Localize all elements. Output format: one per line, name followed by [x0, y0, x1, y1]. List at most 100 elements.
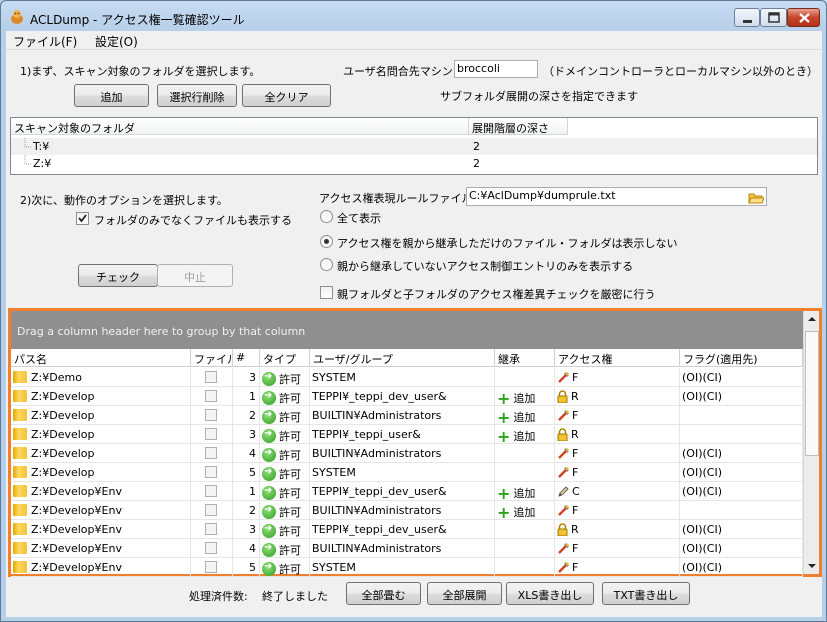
grid-column-header-perm[interactable]: アクセス権	[555, 349, 680, 367]
delete-selected-button[interactable]: 選択行削除	[157, 84, 237, 107]
type-cell: 許可	[260, 482, 310, 501]
path-text: Z:¥Develop	[31, 466, 95, 479]
export-txt-button[interactable]: TXT書き出し	[602, 582, 690, 605]
file-checkbox	[205, 390, 217, 402]
menu-settings[interactable]: 設定(O)	[95, 33, 138, 50]
grid-row[interactable]: Z:¥Develop¥Env 1 許可 TEPPI¥_teppi_dev_user&+…	[11, 482, 803, 501]
grid-row[interactable]: Z:¥Develop 1 許可 TEPPI¥_teppi_dev_user&+追加 R (…	[11, 387, 803, 406]
grid-row[interactable]: Z:¥Develop¥Env 3 許可 TEPPI¥_teppi_dev_user&R…	[11, 520, 803, 539]
permission-cell: F	[555, 444, 680, 463]
folder-icon	[13, 542, 27, 554]
maximize-icon	[768, 12, 780, 23]
user-cell: BUILTIN¥Administrators	[310, 501, 495, 520]
inherit-cell: + 追加	[495, 501, 555, 520]
export-xls-button[interactable]: XLS書き出し	[506, 582, 594, 605]
grid-row[interactable]: Z:¥Develop 4 許可 BUILTIN¥Administrators F (OI)…	[11, 444, 803, 463]
grid-column-header-user[interactable]: ユーザ/グループ	[310, 349, 495, 367]
full-control-icon	[558, 372, 569, 383]
rule-file-input[interactable]: C:¥AclDump¥dumprule.txt	[466, 187, 767, 206]
grid-row[interactable]: Z:¥Develop 3 許可 TEPPI¥_teppi_user&+追加 R	[11, 425, 803, 444]
permission-cell: C	[555, 482, 680, 501]
grid-column-header-inherit[interactable]: 継承	[495, 349, 555, 367]
scroll-down-icon[interactable]	[804, 558, 820, 574]
folder-icon	[13, 447, 27, 459]
type-text: 許可	[279, 487, 301, 500]
file-checkbox	[205, 485, 217, 497]
entry-number: 2	[233, 501, 260, 520]
radio-show-all[interactable]	[320, 210, 333, 223]
clear-all-button[interactable]: 全クリア	[242, 84, 331, 107]
grid-column-header-num[interactable]: #	[233, 349, 260, 367]
type-text: 許可	[279, 430, 301, 443]
tree-line-icon	[24, 155, 32, 165]
app-window: ACLDump - アクセス権一覧確認ツール ファイル(F) 設定(O) 1)ま…	[0, 0, 827, 622]
type-cell: 許可	[260, 444, 310, 463]
maximize-button[interactable]	[760, 8, 787, 27]
scan-folder-list[interactable]: スキャン対象のフォルダ 展開階層の深さ T:¥ 2 Z:¥ 2	[10, 117, 818, 175]
file-cell	[191, 539, 233, 558]
check-button[interactable]: チェック	[78, 264, 158, 287]
grid-column-header-flags[interactable]: フラグ(適用先)	[680, 349, 803, 367]
path-cell[interactable]: Z:¥Develop¥Env	[11, 520, 191, 539]
path-cell[interactable]: Z:¥Develop	[11, 406, 191, 425]
entry-number: 2	[233, 406, 260, 425]
radio-non-inherited-only[interactable]	[320, 258, 333, 271]
group-by-panel[interactable]: Drag a column header here to group by th…	[11, 311, 803, 349]
expand-all-button[interactable]: 全部展開	[427, 582, 502, 605]
grid-vertical-scrollbar[interactable]	[803, 311, 819, 574]
grid-row[interactable]: Z:¥Develop 2 許可 BUILTIN¥Administrators+追加 F	[11, 406, 803, 425]
path-cell[interactable]: Z:¥Develop¥Env	[11, 539, 191, 558]
folder-row[interactable]: T:¥ 2	[11, 138, 817, 155]
grid-row[interactable]: Z:¥Develop¥Env 4 許可 BUILTIN¥Administrators F…	[11, 539, 803, 558]
folder-icon	[13, 561, 27, 573]
path-cell[interactable]: Z:¥Develop¥Env	[11, 558, 191, 577]
entry-number: 3	[233, 425, 260, 444]
path-cell[interactable]: Z:¥Develop¥Env	[11, 501, 191, 520]
grid-row[interactable]: Z:¥Develop¥Env 5 許可 SYSTEM F (OI)(CI)	[11, 558, 803, 577]
file-cell	[191, 501, 233, 520]
path-cell[interactable]: Z:¥Develop	[11, 425, 191, 444]
scroll-thumb[interactable]	[805, 331, 819, 456]
depth-column-header[interactable]: 展開階層の深さ	[469, 118, 568, 135]
close-button[interactable]	[787, 8, 820, 27]
scroll-up-icon[interactable]	[804, 311, 820, 327]
permission-cell: F	[555, 539, 680, 558]
grid-row[interactable]: Z:¥Develop¥Env 2 許可 BUILTIN¥Administrators+…	[11, 501, 803, 520]
path-cell[interactable]: Z:¥Develop	[11, 444, 191, 463]
full-control-icon	[558, 505, 569, 516]
full-control-icon	[558, 448, 569, 459]
allow-arrow-icon	[262, 466, 276, 481]
grid-row[interactable]: Z:¥Develop 5 許可 SYSTEM F (OI)(CI)	[11, 463, 803, 482]
strict-check-checkbox[interactable]	[320, 286, 333, 299]
file-checkbox	[205, 466, 217, 478]
inherit-cell: + 追加	[495, 387, 555, 406]
stop-button[interactable]: 中止	[157, 264, 233, 287]
show-files-checkbox[interactable]	[76, 212, 89, 225]
folder-open-icon[interactable]	[748, 191, 764, 205]
grid-column-header-path[interactable]: パス名	[11, 349, 191, 367]
permission-text: F	[572, 504, 579, 517]
checkmark-icon	[78, 214, 87, 223]
strict-check-label: 親フォルダと子フォルダのアクセス権差異チェックを厳密に行う	[337, 288, 656, 301]
path-cell[interactable]: Z:¥Develop¥Env	[11, 482, 191, 501]
path-cell[interactable]: Z:¥Develop	[11, 387, 191, 406]
menu-file[interactable]: ファイル(F)	[13, 33, 77, 50]
folder-row[interactable]: Z:¥ 2	[11, 155, 817, 172]
minimize-button[interactable]	[734, 8, 760, 27]
folder-depth[interactable]: 2	[473, 140, 480, 153]
add-folder-button[interactable]: 追加	[74, 84, 149, 107]
folder-column-header[interactable]: スキャン対象のフォルダ	[11, 118, 469, 135]
user-machine-input[interactable]: broccoli	[454, 60, 538, 78]
step2-instruction: 2)次に、動作のオプションを選択します。	[20, 194, 228, 207]
folder-icon	[13, 409, 27, 421]
grid-column-header-file[interactable]: ファイル	[191, 349, 233, 367]
grid-row[interactable]: Z:¥Demo 3 許可 SYSTEM F (OI)(CI)	[11, 368, 803, 387]
grid-column-header-type[interactable]: タイプ	[260, 349, 310, 367]
collapse-all-button[interactable]: 全部畳む	[346, 582, 421, 605]
inherit-text: 追加	[513, 506, 536, 519]
radio-hide-inherited[interactable]	[320, 235, 333, 248]
plus-icon: +	[497, 408, 511, 426]
path-cell[interactable]: Z:¥Develop	[11, 463, 191, 482]
folder-depth[interactable]: 2	[473, 157, 480, 170]
path-cell[interactable]: Z:¥Demo	[11, 368, 191, 387]
